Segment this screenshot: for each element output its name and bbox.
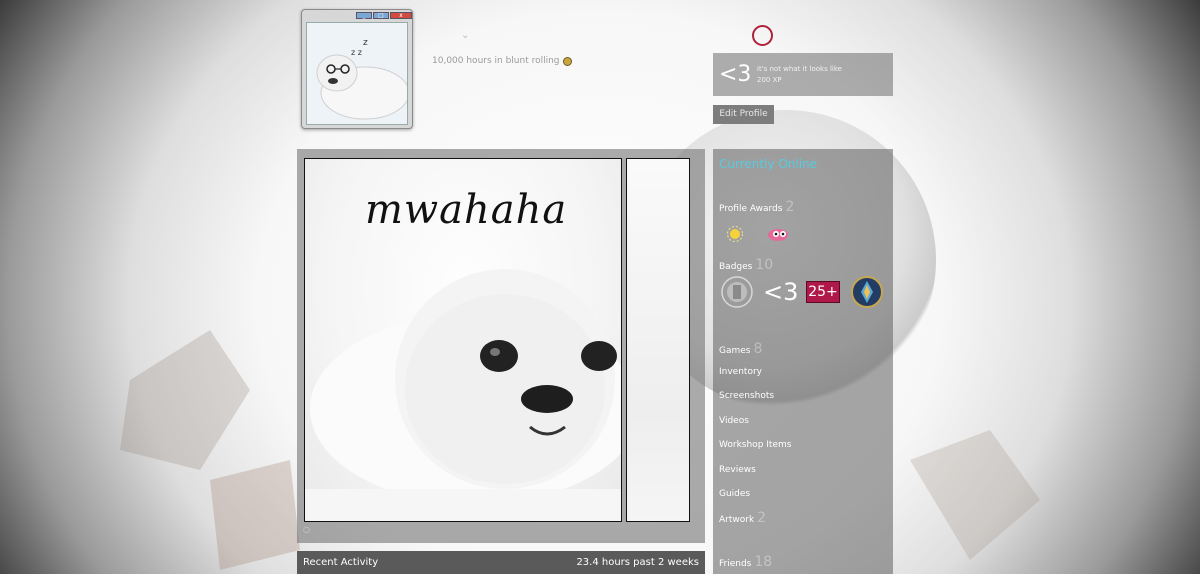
persona-name-dropdown[interactable]: ⌄ xyxy=(461,30,469,41)
artwork-count: 2 xyxy=(757,510,767,526)
recent-activity-label: Recent Activity xyxy=(303,557,379,568)
artwork-side-image[interactable] xyxy=(626,158,690,522)
medal-icon[interactable] xyxy=(721,276,753,308)
crest-icon[interactable] xyxy=(851,276,883,308)
profile-awards-label: Profile Awards xyxy=(719,204,783,214)
screenshots-link[interactable]: Screenshots xyxy=(719,391,774,401)
guides-link[interactable]: Guides xyxy=(719,489,750,499)
heart-badge[interactable]: <3 xyxy=(763,276,798,308)
friends-link[interactable]: Friends 18 xyxy=(719,554,772,570)
avatar[interactable]: _ □ x z z z xyxy=(301,9,413,129)
artwork-main-image[interactable]: mwahaha xyxy=(304,158,622,522)
inventory-link[interactable]: Inventory xyxy=(719,367,762,377)
creature-award-icon[interactable] xyxy=(767,226,789,242)
real-name: 10,000 hours in blunt rolling xyxy=(432,56,572,66)
videos-link[interactable]: Videos xyxy=(719,416,749,426)
close-icon: x xyxy=(390,12,412,19)
artwork-link[interactable]: Artwork 2 xyxy=(719,510,766,526)
recent-activity-hours: 23.4 hours past 2 weeks xyxy=(576,557,699,568)
recent-activity-header: Recent Activity 23.4 hours past 2 weeks xyxy=(297,551,705,574)
badges-label: Badges xyxy=(719,262,753,272)
avatar-seal-image: z z z xyxy=(306,22,408,125)
featured-badge-icon: <3 xyxy=(719,62,752,87)
friends-label: Friends xyxy=(719,559,752,569)
artwork-showcase: mwahaha ○ xyxy=(297,149,705,543)
avatar-window-controls: _ □ x xyxy=(356,12,412,20)
minimize-icon: _ xyxy=(356,12,372,19)
artwork-label: Artwork xyxy=(719,515,755,525)
sun-award-icon[interactable] xyxy=(727,226,743,242)
level-ring[interactable] xyxy=(752,25,773,46)
profile-awards-count: 2 xyxy=(785,199,795,215)
featured-badge-name: it's not what it looks like xyxy=(757,64,842,73)
profile-sidebar: Currently Online Profile Awards 2 Badges… xyxy=(713,149,893,574)
friends-count: 18 xyxy=(754,554,773,570)
online-status: Currently Online xyxy=(719,157,818,171)
games-label: Games xyxy=(719,346,751,356)
reviews-link[interactable]: Reviews xyxy=(719,465,756,475)
real-name-text: 10,000 hours in blunt rolling xyxy=(432,56,560,66)
maximize-icon: □ xyxy=(373,12,389,19)
profile-awards-link[interactable]: Profile Awards 2 xyxy=(719,199,794,215)
showcase-indicator: ○ xyxy=(303,525,310,534)
games-count: 8 xyxy=(753,341,763,357)
workshop-items-link[interactable]: Workshop Items xyxy=(719,440,791,450)
background-debris-right xyxy=(910,430,1040,560)
svg-text:z z: z z xyxy=(351,48,362,57)
games-link[interactable]: Games 8 xyxy=(719,341,762,357)
edit-profile-button[interactable]: Edit Profile xyxy=(713,105,774,124)
featured-badge[interactable]: <3 it's not what it looks like 200 XP xyxy=(713,53,893,96)
years-badge[interactable]: 25+ xyxy=(806,281,840,303)
background-debris-left xyxy=(120,330,300,570)
featured-badge-xp: 200 XP xyxy=(757,75,782,84)
svg-text:z: z xyxy=(363,38,368,48)
badges-link[interactable]: Badges 10 xyxy=(719,257,773,273)
badges-count: 10 xyxy=(755,257,774,273)
country-flag-icon xyxy=(562,56,572,66)
artwork-caption: mwahaha xyxy=(365,187,568,233)
featured-badge-info: it's not what it looks like 200 XP xyxy=(757,64,842,86)
